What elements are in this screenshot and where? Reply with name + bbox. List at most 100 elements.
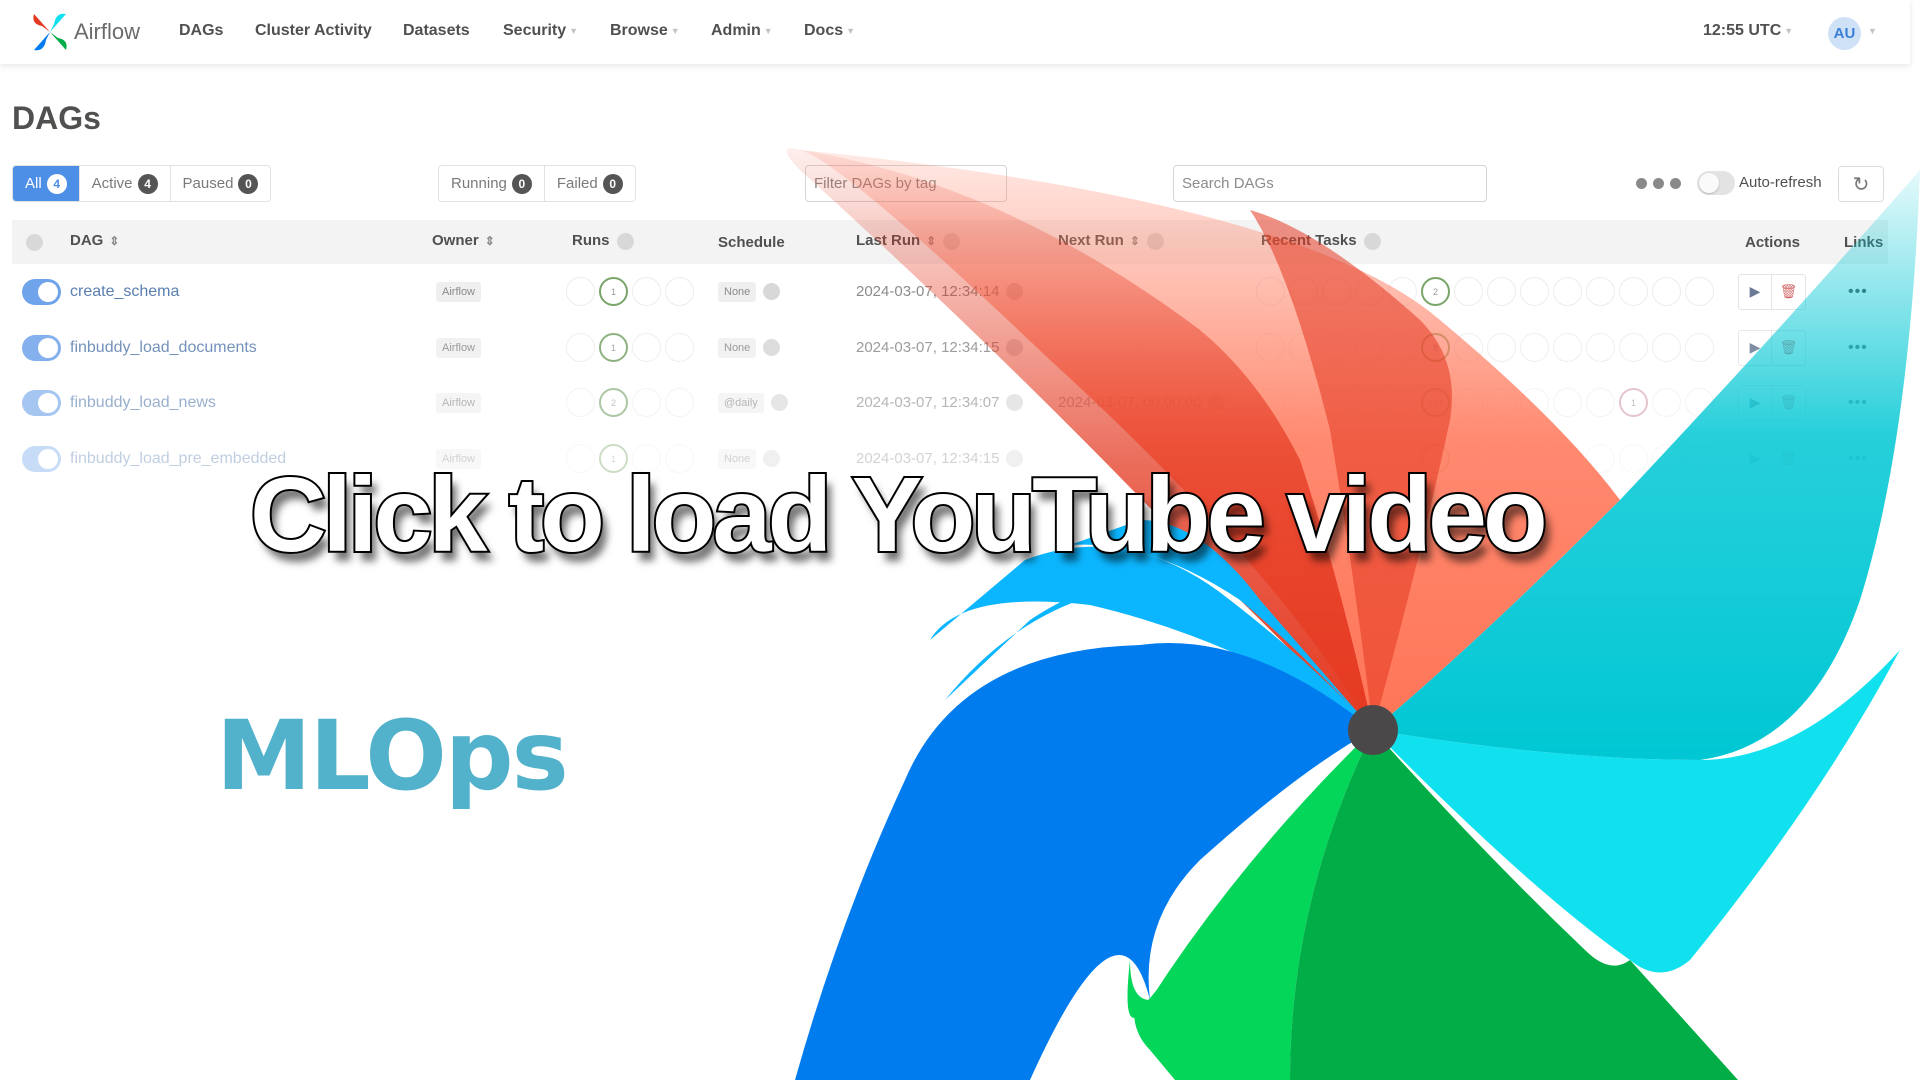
filter-active-button[interactable]: Active 4: [80, 166, 171, 201]
task-status-circle[interactable]: [1685, 444, 1714, 473]
task-status-circle[interactable]: [1256, 277, 1285, 306]
airflow-brand[interactable]: Airflow: [28, 6, 140, 58]
trigger-dag-button[interactable]: ▶: [1739, 385, 1772, 420]
run-status-circle[interactable]: [632, 277, 661, 306]
dag-name-link[interactable]: finbuddy_load_documents: [70, 339, 257, 357]
delete-dag-button[interactable]: 🗑: [1772, 275, 1805, 309]
owner-tag[interactable]: Airflow: [436, 392, 482, 413]
col-dag[interactable]: DAG ⇕: [70, 232, 119, 249]
links-more-button[interactable]: •••: [1848, 339, 1868, 357]
run-status-circle[interactable]: [632, 333, 661, 362]
task-status-circle[interactable]: [1355, 388, 1384, 417]
task-status-circle[interactable]: [1652, 333, 1681, 362]
run-status-circle[interactable]: [566, 388, 595, 417]
links-more-button[interactable]: •••: [1848, 450, 1868, 468]
timezone-clock[interactable]: 12:55 UTC ▼: [1703, 22, 1793, 40]
delete-dag-button[interactable]: 🗑: [1772, 442, 1805, 476]
user-avatar[interactable]: AU: [1828, 17, 1861, 50]
task-status-circle[interactable]: [1685, 277, 1714, 306]
task-status-circle[interactable]: [1553, 444, 1582, 473]
task-status-circle[interactable]: [1520, 333, 1549, 362]
task-status-circle[interactable]: [1487, 277, 1516, 306]
task-status-circle[interactable]: [1388, 333, 1417, 362]
task-status-circle[interactable]: 161: [1421, 388, 1450, 417]
task-status-circle[interactable]: [1289, 388, 1318, 417]
task-status-circle[interactable]: [1586, 444, 1615, 473]
auto-refresh-toggle[interactable]: [1697, 171, 1735, 195]
info-icon[interactable]: [1006, 394, 1024, 411]
task-status-circle[interactable]: [1454, 333, 1483, 362]
task-status-circle[interactable]: [1586, 388, 1615, 417]
task-status-circle[interactable]: 1: [1619, 388, 1648, 417]
links-more-button[interactable]: •••: [1848, 283, 1868, 301]
dag-name-link[interactable]: finbuddy_load_news: [70, 394, 216, 412]
delete-dag-button[interactable]: 🗑: [1772, 331, 1805, 365]
owner-tag[interactable]: Airflow: [436, 337, 482, 358]
task-status-circle[interactable]: [1355, 333, 1384, 362]
filter-failed-button[interactable]: Failed 0: [545, 166, 635, 201]
info-icon[interactable]: [1006, 339, 1024, 356]
task-status-circle[interactable]: [1586, 333, 1615, 362]
task-status-circle[interactable]: [1619, 333, 1648, 362]
load-youtube-video-button[interactable]: Click to load YouTube video: [248, 454, 1550, 576]
task-status-circle[interactable]: [1652, 388, 1681, 417]
run-status-circle[interactable]: [632, 388, 661, 417]
run-status-circle[interactable]: 2: [599, 388, 628, 417]
col-owner[interactable]: Owner ⇕: [432, 232, 495, 249]
task-status-circle[interactable]: [1553, 333, 1582, 362]
nav-dags[interactable]: DAGs: [179, 22, 223, 40]
info-icon[interactable]: [1006, 283, 1024, 300]
dag-pause-toggle[interactable]: [22, 389, 61, 416]
dag-pause-toggle[interactable]: [22, 334, 61, 361]
delete-dag-button[interactable]: 🗑: [1772, 386, 1805, 420]
task-status-circle[interactable]: [1388, 277, 1417, 306]
task-status-circle[interactable]: [1322, 277, 1351, 306]
info-icon[interactable]: [943, 232, 961, 250]
nav-security[interactable]: Security ▼: [503, 22, 578, 40]
nav-admin[interactable]: Admin ▼: [711, 22, 773, 40]
task-status-circle[interactable]: [1520, 388, 1549, 417]
task-status-circle[interactable]: [1619, 444, 1648, 473]
dag-name-link[interactable]: create_schema: [70, 283, 179, 301]
trigger-dag-button[interactable]: ▶: [1739, 330, 1772, 365]
col-last-run[interactable]: Last Run ⇕: [856, 232, 961, 250]
last-run-date[interactable]: 2024-03-07, 12:34:14: [856, 283, 999, 300]
task-status-circle[interactable]: [1289, 333, 1318, 362]
trigger-dag-button[interactable]: ▶: [1739, 274, 1772, 309]
task-status-circle[interactable]: [1256, 333, 1285, 362]
task-status-circle[interactable]: [1487, 333, 1516, 362]
run-status-circle[interactable]: [566, 333, 595, 362]
run-status-circle[interactable]: [665, 333, 694, 362]
info-icon[interactable]: [763, 339, 781, 356]
last-run-date[interactable]: 2024-03-07, 12:34:07: [856, 394, 999, 411]
dag-pause-toggle[interactable]: [22, 278, 61, 305]
links-more-button[interactable]: •••: [1848, 394, 1868, 412]
info-icon[interactable]: [1208, 394, 1226, 411]
info-icon[interactable]: [616, 232, 634, 250]
refresh-button[interactable]: ↻: [1838, 166, 1884, 202]
owner-tag[interactable]: Airflow: [436, 281, 482, 302]
task-status-circle[interactable]: [1652, 444, 1681, 473]
task-status-circle[interactable]: [1685, 388, 1714, 417]
task-status-circle[interactable]: [1256, 388, 1285, 417]
task-status-circle[interactable]: [1619, 277, 1648, 306]
info-icon[interactable]: [26, 234, 43, 251]
task-status-circle[interactable]: [1322, 388, 1351, 417]
filter-running-button[interactable]: Running 0: [439, 166, 545, 201]
run-status-circle[interactable]: 1: [599, 277, 628, 306]
nav-browse[interactable]: Browse ▼: [610, 22, 680, 40]
last-run-date[interactable]: 2024-03-07, 12:34:15: [856, 339, 999, 356]
search-dags-input[interactable]: Search DAGs: [1173, 165, 1487, 202]
tag-filter-input[interactable]: Filter DAGs by tag: [805, 165, 1007, 202]
run-status-circle[interactable]: [566, 277, 595, 306]
nav-cluster-activity[interactable]: Cluster Activity: [255, 22, 372, 40]
task-status-circle[interactable]: [1388, 388, 1417, 417]
task-status-circle[interactable]: 8: [1421, 333, 1450, 362]
task-status-circle[interactable]: [1289, 277, 1318, 306]
col-next-run[interactable]: Next Run ⇕: [1058, 232, 1164, 250]
task-status-circle[interactable]: [1355, 277, 1384, 306]
run-status-circle[interactable]: [665, 277, 694, 306]
filter-all-button[interactable]: All 4: [13, 166, 80, 201]
task-status-circle[interactable]: [1652, 277, 1681, 306]
task-status-circle[interactable]: [1520, 277, 1549, 306]
